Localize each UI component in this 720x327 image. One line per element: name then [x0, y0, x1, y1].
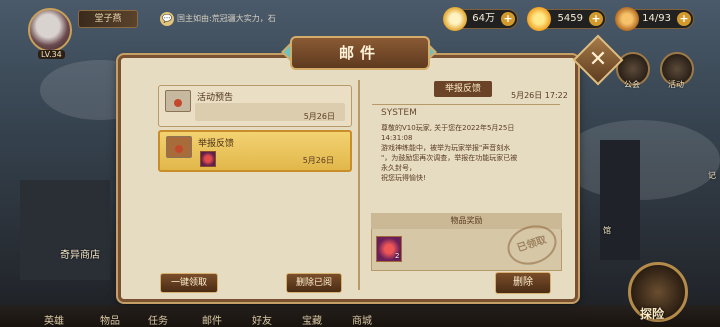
diamond-counter: 5459 + [527, 7, 606, 31]
chat-icon: 💬 [160, 11, 174, 26]
envelope-icon [165, 90, 191, 112]
nav-mail[interactable]: 邮件 [202, 312, 222, 327]
nav-quests[interactable]: 任务 [148, 312, 168, 327]
close-icon[interactable]: ✕ [580, 42, 616, 78]
attachment-item-icon [200, 151, 216, 167]
delete-read-button[interactable]: 删除已阅 [286, 273, 342, 293]
player-level: LV.34 [38, 50, 65, 59]
reward-quantity: 2 [395, 252, 400, 260]
mail-list-item[interactable]: 活动预告 5月26日 [158, 85, 352, 127]
mail-sender: SYSTEM [381, 108, 417, 118]
mail-detail-tag: 举报反馈 [434, 81, 492, 97]
mail-detail-date: 5月26日 17:22 [511, 91, 568, 100]
envelope-open-icon [166, 136, 192, 158]
event-label: 活动 [668, 80, 684, 89]
stamina-counter: 14/93 + [615, 7, 694, 31]
nav-friends[interactable]: 好友 [252, 312, 272, 327]
claim-all-button[interactable]: 一键领取 [160, 273, 218, 293]
add-stamina-button[interactable]: + [677, 12, 691, 26]
chat-ticker[interactable]: 💬 国主如由:荒冠疆大实力，石 [160, 10, 295, 28]
stamina-value: 14/93 [642, 13, 671, 24]
nav-treasure[interactable]: 宝藏 [302, 312, 322, 327]
add-diamond-button[interactable]: + [589, 12, 603, 26]
nav-shop[interactable]: 商城 [352, 312, 372, 327]
mail-body: 尊敬的V10玩家, 关于您在2022年5月25日 14:31:08 游戏神练能中… [381, 124, 518, 182]
background-cloud [560, 120, 720, 200]
background-building [20, 180, 110, 280]
diamond-value: 5459 [557, 13, 583, 24]
mail-title: 邮件 [290, 36, 430, 70]
diamond-icon [527, 7, 551, 31]
stamina-icon [615, 7, 639, 31]
gold-value: 64万 [472, 13, 495, 24]
museum-label: 馆 [603, 226, 611, 235]
mail-item-date: 5月26日 [303, 112, 335, 121]
mail-item-title: 活动预告 [197, 93, 234, 103]
guild-label: 公会 [624, 80, 640, 89]
nav-heroes[interactable]: 英雄 [44, 312, 64, 327]
detail-divider [372, 104, 560, 105]
player-avatar[interactable] [28, 8, 72, 52]
background-tower [600, 140, 640, 260]
gold-coin-icon [443, 7, 467, 31]
mail-list-item-selected[interactable]: 举报反馈 5月26日 [158, 130, 352, 172]
add-gold-button[interactable]: + [501, 12, 515, 26]
mail-item-title: 举报反馈 [198, 139, 235, 149]
explore-label[interactable]: 探险 [640, 305, 664, 322]
player-name: 堂子燕 [78, 10, 138, 28]
mail-item-date: 5月26日 [302, 156, 334, 165]
strange-store-label[interactable]: 奇异商店 [60, 246, 100, 261]
panel-divider [358, 80, 360, 290]
side-partial-label: 记 [708, 171, 716, 180]
delete-button[interactable]: 删除 [495, 272, 551, 294]
nav-items[interactable]: 物品 [100, 312, 120, 327]
chat-text: 国主如由:荒冠疆大实力，石 [177, 14, 276, 23]
gold-counter: 64万 + [443, 7, 518, 31]
